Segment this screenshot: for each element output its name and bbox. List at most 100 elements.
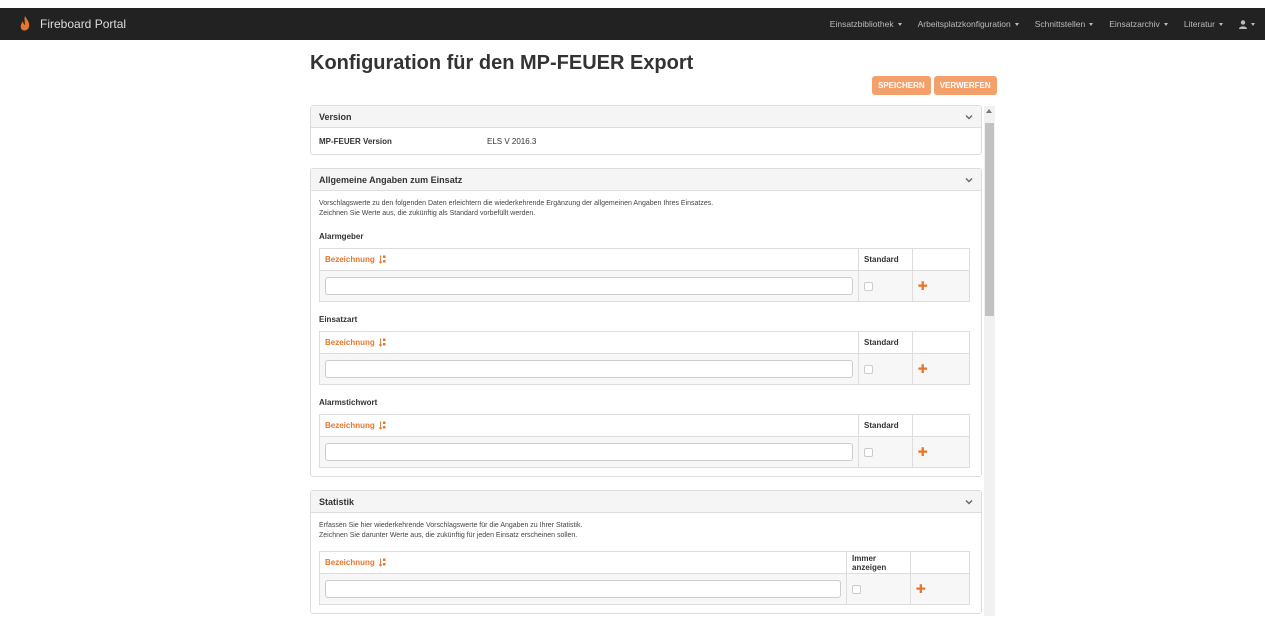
standard-checkbox[interactable]: [864, 364, 873, 374]
column-header-standard: Standard: [858, 414, 913, 437]
discard-button[interactable]: VERWERFEN: [933, 76, 997, 95]
statistik-panel-heading[interactable]: Statistik: [311, 491, 981, 513]
description-line: Vorschlagswerte zu den folgenden Daten e…: [319, 200, 714, 207]
general-panel-body: Vorschlagswerte zu den folgenden Daten e…: [311, 191, 981, 476]
caret-down-icon: [1251, 22, 1255, 26]
section-label-alarmgeber: Alarmgeber: [319, 232, 364, 241]
name-cell: [319, 436, 859, 468]
nav-label: Literatur: [1183, 19, 1215, 29]
chevron-down-icon[interactable]: [965, 113, 973, 121]
table-row: ✚: [319, 573, 971, 605]
add-icon[interactable]: ✚: [918, 445, 928, 459]
chevron-down-icon[interactable]: [965, 176, 973, 184]
column-header-actions: [911, 248, 971, 271]
scroll-up-arrow-icon[interactable]: [986, 109, 992, 113]
caret-down-icon: [1163, 22, 1168, 26]
action-cell: ✚: [909, 573, 971, 605]
column-header-label: Bezeichnung: [325, 254, 375, 264]
column-header-bezeichnung[interactable]: Bezeichnung: [319, 414, 859, 437]
general-panel-heading[interactable]: Allgemeine Angaben zum Einsatz: [311, 169, 981, 191]
nav-label: Arbeitsplatzkonfiguration: [917, 19, 1011, 29]
save-button[interactable]: SPEICHERN: [872, 76, 931, 95]
nav-label: Einsatzarchiv: [1109, 19, 1160, 29]
table-row: ✚: [319, 353, 971, 385]
brand-link[interactable]: Fireboard Portal: [0, 15, 126, 33]
nav-einsatzbibliothek[interactable]: Einsatzbibliothek: [830, 19, 902, 29]
panel-title: Version: [319, 111, 352, 122]
column-header-actions: [909, 551, 971, 574]
column-header-immer-anzeigen: Immer anzeigen: [846, 551, 911, 574]
add-icon[interactable]: ✚: [918, 362, 928, 376]
brand-name: Fireboard Portal: [40, 17, 127, 31]
nav-user-menu[interactable]: [1239, 19, 1255, 29]
version-key: MP-FEUER Version: [319, 136, 392, 146]
action-cell: ✚: [911, 353, 971, 385]
name-cell: [319, 573, 847, 605]
action-bar: SPEICHERN VERWERFEN: [872, 76, 997, 95]
einsatzart-input[interactable]: [325, 360, 853, 378]
top-navbar: Fireboard Portal Einsatzbibliothek Arbei…: [0, 8, 1265, 40]
standard-checkbox[interactable]: [864, 447, 873, 457]
nav-label: Schnittstellen: [1034, 19, 1086, 29]
standard-cell: [858, 353, 913, 385]
column-header-standard: Standard: [858, 248, 913, 271]
description-line: Erfassen Sie hier wiederkehrende Vorschl…: [319, 522, 583, 529]
user-icon: [1239, 19, 1247, 29]
alarmgeber-input[interactable]: [325, 277, 853, 295]
statistik-panel-body: Erfassen Sie hier wiederkehrende Vorschl…: [311, 513, 981, 613]
caret-down-icon: [1089, 22, 1094, 26]
statistik-input[interactable]: [325, 580, 841, 598]
column-header-bezeichnung[interactable]: Bezeichnung: [319, 551, 847, 574]
einsatzart-table: Bezeichnung Standard ✚: [319, 331, 971, 385]
scroll-thumb[interactable]: [985, 123, 994, 316]
show-checkbox[interactable]: [852, 584, 861, 594]
sort-alpha-icon: [379, 558, 386, 567]
panel-title: Statistik: [319, 496, 355, 507]
caret-down-icon: [1014, 22, 1019, 26]
sort-alpha-icon: [379, 255, 386, 264]
description-line: Zeichnen Sie Werte aus, die zukünftig al…: [319, 210, 536, 217]
add-icon[interactable]: ✚: [916, 582, 926, 596]
section-label-einsatzart: Einsatzart: [319, 315, 358, 324]
alarmgeber-table: Bezeichnung Standard ✚: [319, 248, 971, 302]
flame-logo-icon: [20, 16, 30, 31]
column-header-label: Bezeichnung: [325, 557, 375, 567]
column-header-standard: Standard: [858, 331, 913, 354]
nav-label: Einsatzbibliothek: [829, 19, 894, 29]
sort-alpha-icon: [379, 421, 386, 430]
show-cell: [846, 573, 911, 605]
add-icon[interactable]: ✚: [918, 279, 928, 293]
alarmstichwort-table: Bezeichnung Standard ✚: [319, 414, 971, 468]
caret-down-icon: [1219, 22, 1223, 26]
config-content: Version MP-FEUER Version ELS V 2016.3 Al…: [310, 105, 982, 627]
content-scrollbar[interactable]: [984, 106, 995, 616]
table-row: ✚: [319, 436, 971, 468]
column-header-bezeichnung[interactable]: Bezeichnung: [319, 331, 859, 354]
nav-einsatzarchiv[interactable]: Einsatzarchiv: [1109, 19, 1168, 29]
nav-literatur[interactable]: Literatur: [1184, 19, 1223, 29]
column-header-label: Bezeichnung: [325, 420, 375, 430]
standard-cell: [858, 270, 913, 302]
standard-checkbox[interactable]: [864, 281, 873, 291]
action-cell: ✚: [911, 436, 971, 468]
version-value: ELS V 2016.3: [487, 136, 537, 146]
description-line: Zeichnen Sie darunter Werte aus, die zuk…: [319, 532, 578, 539]
nav-arbeitsplatzkonfiguration[interactable]: Arbeitsplatzkonfiguration: [918, 19, 1019, 29]
statistik-panel: Statistik Erfassen Sie hier wiederkehren…: [310, 490, 982, 614]
caret-down-icon: [897, 22, 902, 26]
chevron-down-icon[interactable]: [965, 498, 973, 506]
name-cell: [319, 270, 859, 302]
statistik-table: Bezeichnung Immer anzeigen ✚: [319, 551, 971, 605]
action-cell: ✚: [911, 270, 971, 302]
column-header-bezeichnung[interactable]: Bezeichnung: [319, 248, 859, 271]
section-label-alarmstichwort: Alarmstichwort: [319, 398, 378, 407]
column-header-label: Bezeichnung: [325, 337, 375, 347]
version-row: MP-FEUER Version ELS V 2016.3: [311, 128, 981, 154]
nav-schnittstellen[interactable]: Schnittstellen: [1035, 19, 1094, 29]
alarmstichwort-input[interactable]: [325, 443, 853, 461]
general-panel: Allgemeine Angaben zum Einsatz Vorschlag…: [310, 168, 982, 477]
version-panel-heading[interactable]: Version: [311, 106, 981, 128]
table-row: ✚: [319, 270, 971, 302]
name-cell: [319, 353, 859, 385]
sort-alpha-icon: [379, 338, 386, 347]
